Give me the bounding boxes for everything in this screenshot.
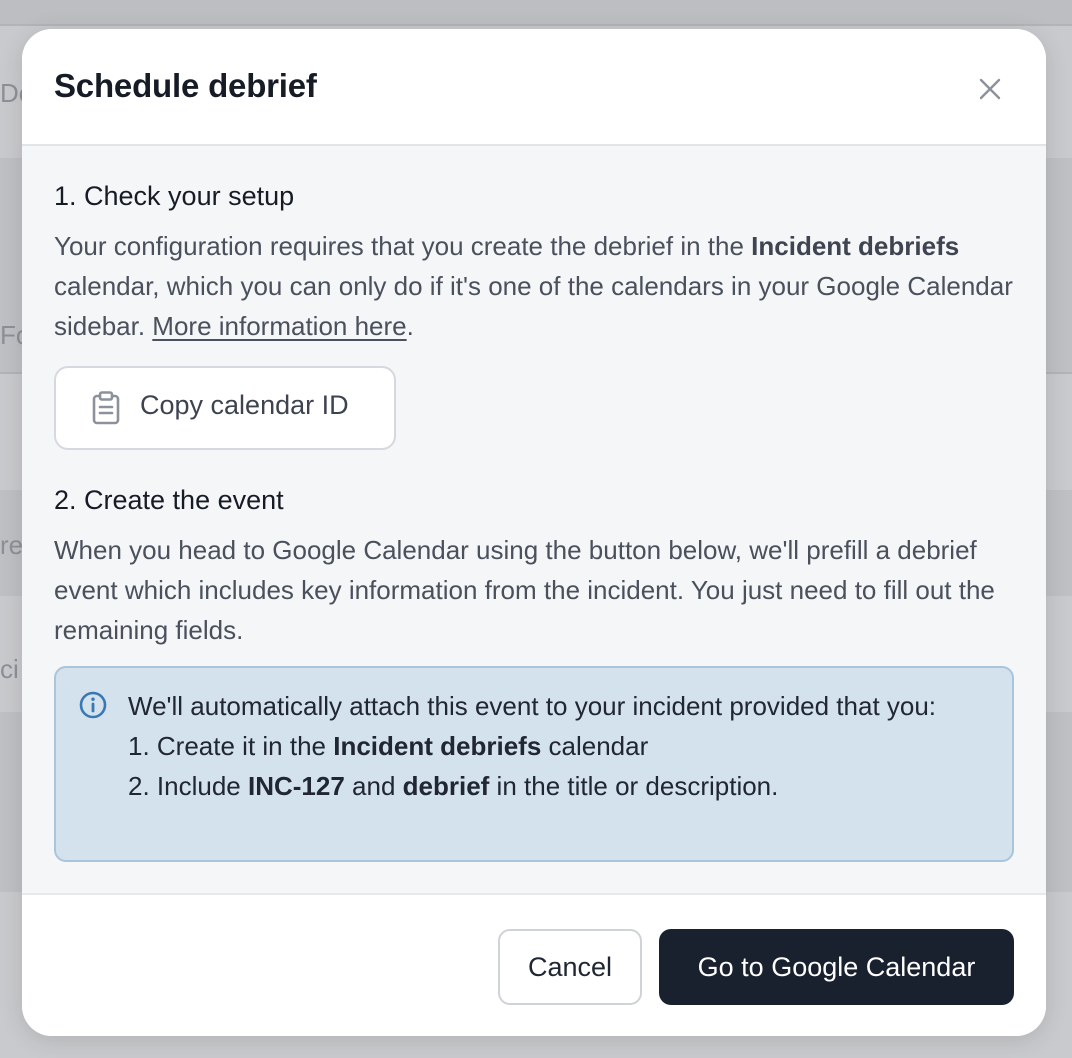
modal-footer: Cancel Go to Google Calendar <box>22 893 1046 1036</box>
step2-description: When you head to Google Calendar using t… <box>54 535 995 645</box>
background-topbar <box>0 0 1072 26</box>
background-text-fragment: De <box>0 78 22 108</box>
info-item-1: 1. Create it in the Incident debriefs ca… <box>128 726 988 766</box>
step1-description: Your configuration requires that you cre… <box>54 226 1014 346</box>
info-item-2-prefix: 2. Include <box>128 771 248 801</box>
background-text-fragment: Fo <box>0 320 22 350</box>
link-suffix: . <box>406 311 414 341</box>
info-item-2-suffix: in the title or description. <box>489 771 779 801</box>
more-information-link[interactable]: More information here <box>152 311 406 341</box>
debrief-keyword: debrief <box>402 771 490 801</box>
info-item-1-suffix: calendar <box>541 731 649 761</box>
info-icon <box>79 691 107 719</box>
copy-calendar-id-button[interactable]: Copy calendar ID <box>54 366 396 450</box>
info-item-1-calendar: Incident debriefs <box>333 731 542 761</box>
step1-text-before: Your configuration requires that you cre… <box>54 231 752 261</box>
background-text-fragment: ci <box>0 654 19 684</box>
info-text: We'll automatically attach this event to… <box>128 686 988 806</box>
info-intro: We'll automatically attach this event to… <box>128 691 937 721</box>
info-item-2: 2. Include INC-127 and debrief in the ti… <box>128 766 988 806</box>
close-icon <box>979 78 1001 100</box>
cancel-button[interactable]: Cancel <box>498 929 642 1005</box>
schedule-debrief-modal: Schedule debrief 1. Check your setup You… <box>22 29 1046 1036</box>
copy-calendar-id-label: Copy calendar ID <box>140 390 349 420</box>
close-button[interactable] <box>970 69 1010 109</box>
modal-header: Schedule debrief <box>22 29 1046 146</box>
clipboard-icon <box>92 391 120 425</box>
modal-title: Schedule debrief <box>54 67 317 104</box>
go-to-google-calendar-button[interactable]: Go to Google Calendar <box>659 929 1014 1005</box>
info-item-1-prefix: 1. Create it in the <box>128 731 334 761</box>
step1-heading: 1. Check your setup <box>54 181 295 211</box>
info-item-2-mid: and <box>344 771 403 801</box>
info-callout: We'll automatically attach this event to… <box>54 666 1014 862</box>
background-text-fragment: re <box>0 530 22 560</box>
step2-heading: 2. Create the event <box>54 485 284 515</box>
incident-id: INC-127 <box>247 771 345 801</box>
calendar-name: Incident debriefs <box>751 231 960 261</box>
